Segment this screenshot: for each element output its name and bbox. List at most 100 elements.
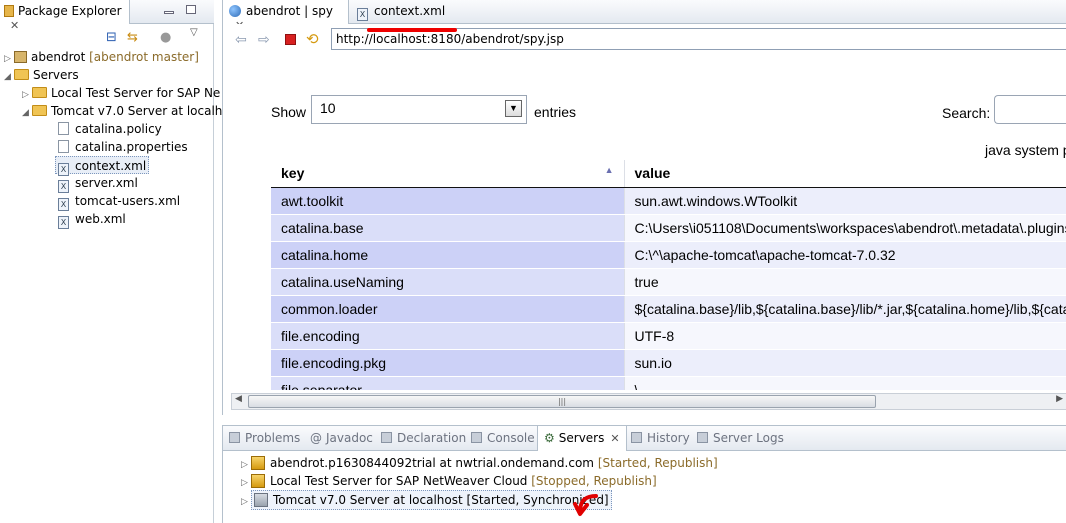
tab-context-xml[interactable]: Xcontext.xml [351, 0, 451, 24]
column-header-value[interactable]: value [624, 160, 1066, 188]
entries-select[interactable]: 10 ▼ [311, 95, 527, 124]
scrollbar-thumb[interactable]: ||| [248, 395, 876, 408]
table-row: file.encoding.pkg sun.io [271, 349, 1066, 377]
tab-label: context.xml [374, 4, 446, 18]
view-menu-icon[interactable]: ● [160, 30, 171, 45]
value-cell: ${catalina.base}/lib,${catalina.base}/li… [624, 295, 1066, 323]
tab-spy[interactable]: abendrot | spy✕ [223, 0, 349, 32]
chevron-down-icon[interactable]: ▼ [505, 100, 522, 117]
scroll-right-icon[interactable]: ▶ [1056, 394, 1063, 404]
back-icon[interactable]: ⇦ [235, 32, 247, 48]
forward-icon[interactable]: ⇨ [258, 32, 270, 48]
table-row: common.loader ${catalina.base}/lib,${cata… [271, 295, 1066, 323]
tree-item-servers[interactable]: ◢ Servers [4, 66, 79, 84]
scroll-left-icon[interactable]: ◀ [235, 394, 242, 404]
browser-toolbar: ⇦ ⇨ ⟲ http://localhost:8180/abendrot/spy… [223, 24, 1066, 56]
server-row-local-test[interactable]: ▷ Local Test Server for SAP NetWeaver Clo… [241, 472, 657, 490]
package-explorer-icon [4, 5, 14, 17]
tree-item-web-xml[interactable]: Xweb.xml [58, 210, 126, 229]
folder-icon [32, 105, 47, 116]
tree-item-label: Tomcat v7.0 Server at localh [51, 104, 223, 118]
search-input[interactable] [994, 95, 1066, 124]
table-row: catalina.base C:\Users\i051108\Documents\… [271, 214, 1066, 242]
editor-tabbar: abendrot | spy✕ Xcontext.xml [223, 0, 1066, 32]
xml-file-icon: X [357, 8, 368, 21]
git-branch-label: [abendrot master] [89, 50, 199, 64]
tree-item-tomcat-users-xml[interactable]: Xtomcat-users.xml [58, 192, 180, 211]
server-status: [Stopped, Republish] [531, 474, 657, 488]
tab-console[interactable]: Console [471, 431, 535, 445]
stop-icon[interactable] [285, 34, 296, 45]
server-icon [251, 474, 265, 488]
key-cell: catalina.useNaming [271, 268, 625, 296]
package-explorer-tabbar: Package Explorer✕ [0, 0, 214, 32]
tree-item-local-test-server[interactable]: ▷ Local Test Server for SAP Ne [22, 84, 220, 102]
tree-item-label: Servers [33, 68, 79, 82]
value-cell: C:\^\apache-tomcat\apache-tomcat-7.0.32 [624, 241, 1066, 269]
minimize-icon[interactable] [164, 11, 174, 14]
folder-icon [14, 69, 29, 80]
tree-item-label: abendrot [31, 50, 86, 64]
server-status: [Started, Republish] [597, 456, 718, 470]
red-arrow-annotation [573, 494, 598, 516]
collapse-icon[interactable]: ◢ [4, 68, 14, 86]
tab-label: abendrot | spy [246, 4, 333, 18]
bottom-panel: Problems @ Javadoc Declaration Console ⚙ S… [222, 425, 1066, 523]
tree-item-tomcat-server[interactable]: ◢ Tomcat v7.0 Server at localh [22, 102, 222, 120]
history-icon [631, 432, 642, 443]
table-row: catalina.useNaming true [271, 268, 1066, 296]
bottom-tabbar: Problems @ Javadoc Declaration Console ⚙ S… [223, 426, 1066, 451]
collapse-icon[interactable]: ◢ [22, 104, 32, 122]
chevron-down-icon[interactable]: ▽ [190, 27, 198, 38]
close-icon[interactable]: ✕ [610, 432, 619, 445]
tab-history[interactable]: History [631, 431, 690, 445]
file-icon [58, 140, 69, 153]
package-explorer-title: Package Explorer [18, 4, 122, 18]
server-icon [251, 456, 265, 470]
maximize-icon[interactable] [186, 5, 196, 14]
server-row-tomcat[interactable]: ▷ Tomcat v7.0 Server at localhost [Starte… [241, 490, 612, 511]
table-caption: java system p [985, 142, 1066, 158]
tree-item-label: catalina.properties [75, 140, 188, 154]
tab-servers[interactable]: ⚙ Servers ✕ [537, 426, 627, 451]
declaration-icon [381, 432, 392, 443]
package-explorer-view: Package Explorer✕ ⊟ ⇆ ● ▽ ▷ abendrot [abe… [0, 0, 222, 523]
editor-area: abendrot | spy✕ Xcontext.xml ⇦ ⇨ ⟲ http:… [222, 0, 1066, 415]
console-icon [471, 432, 482, 443]
horizontal-scrollbar[interactable]: ◀ ||| ▶ [231, 393, 1066, 410]
tree-item-label: context.xml [75, 159, 147, 173]
tab-declaration[interactable]: Declaration [381, 431, 466, 445]
tree-item-context-xml[interactable]: Xcontext.xml [55, 156, 150, 176]
server-name: Local Test Server for SAP NetWeaver Clou… [270, 474, 528, 488]
link-with-editor-icon[interactable]: ⇆ [127, 30, 138, 45]
column-header-key[interactable]: key ▲ [271, 160, 625, 188]
selected-server[interactable]: Tomcat v7.0 Server at localhost [Started… [251, 490, 612, 510]
table-row: catalina.home C:\^\apache-tomcat\apache-t… [271, 241, 1066, 269]
red-underline-annotation [367, 28, 457, 32]
table-row: file.encoding UTF-8 [271, 322, 1066, 350]
refresh-icon[interactable]: ⟲ [306, 30, 319, 48]
tab-server-logs[interactable]: Server Logs [697, 431, 784, 445]
tab-javadoc[interactable]: @ Javadoc [310, 431, 373, 445]
file-icon [58, 122, 69, 135]
close-icon[interactable]: ✕ [10, 19, 19, 32]
server-row-abendrot-trial[interactable]: ▷ abendrot.p1630844092trial at nwtrial.on… [241, 454, 718, 472]
globe-icon [229, 5, 241, 17]
table-row: file.separator \ [271, 376, 1066, 390]
key-cell: file.encoding [271, 322, 625, 350]
key-cell: file.encoding.pkg [271, 349, 625, 377]
expand-icon[interactable]: ▷ [241, 493, 251, 511]
tree-item-server-xml[interactable]: Xserver.xml [58, 174, 138, 193]
servers-icon: ⚙ [544, 431, 555, 445]
xml-file-icon: X [58, 216, 69, 229]
tree-item-catalina-policy[interactable]: catalina.policy [58, 120, 162, 138]
value-cell: sun.io [624, 349, 1066, 377]
properties-table: key ▲ value awt.toolkit sun.awt.windows.WT… [271, 160, 1066, 390]
tab-problems[interactable]: Problems [229, 431, 300, 445]
tree-item-abendrot[interactable]: ▷ abendrot [abendrot master] [4, 48, 199, 66]
tab-package-explorer[interactable]: Package Explorer✕ [0, 0, 130, 32]
tree-item-catalina-properties[interactable]: catalina.properties [58, 138, 188, 156]
value-cell: UTF-8 [624, 322, 1066, 350]
value-cell: true [624, 268, 1066, 296]
collapse-all-icon[interactable]: ⊟ [106, 30, 117, 45]
